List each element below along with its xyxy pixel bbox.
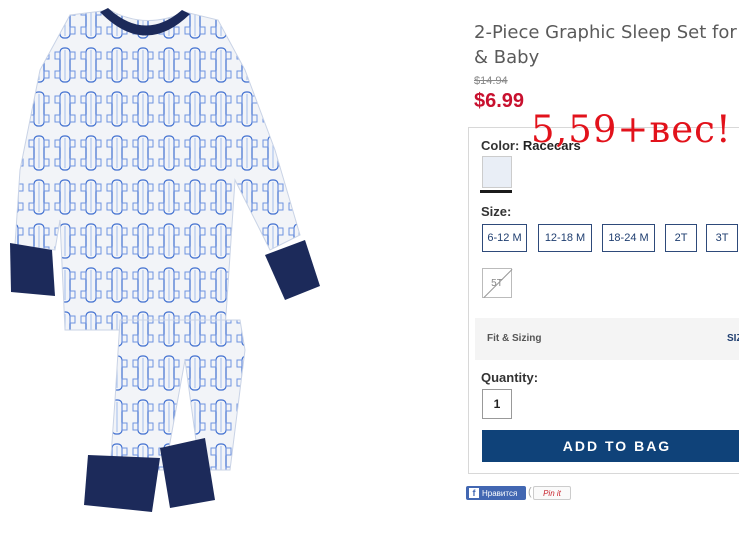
facebook-like-button[interactable]: f Нравится (466, 486, 526, 500)
color-label-text: Color: (481, 138, 520, 153)
sale-price: $6.99 (474, 90, 525, 112)
right-sleeve-cuff (265, 240, 320, 300)
unavailable-slash (483, 269, 513, 298)
add-to-bag-button[interactable]: ADD TO BAG (482, 430, 739, 462)
selected-swatch-indicator (480, 190, 512, 193)
pajama-shirt (14, 9, 301, 331)
pinterest-icon: Pin it (543, 488, 561, 498)
size-option-2t[interactable]: 2T (665, 224, 697, 252)
pinterest-button[interactable]: Pin it (533, 486, 571, 500)
size-option-5t-unavailable[interactable]: 5T (482, 268, 513, 298)
facebook-like-label: Нравится (482, 488, 518, 498)
fit-sizing-label: Fit & Sizing (487, 333, 542, 344)
size-option-6-12m[interactable]: 6-12 M (482, 224, 527, 252)
size-option-3t[interactable]: 3T (706, 224, 738, 252)
product-title-line2: & Baby (474, 47, 540, 68)
size-label: Size: (481, 204, 512, 219)
purchase-panel: Color: Racecars Size: 6-12 M 12-18 M 18-… (468, 127, 739, 474)
size-option-12-18m[interactable]: 12-18 M (538, 224, 592, 252)
size-chart-link[interactable]: SIZ (727, 333, 739, 344)
color-swatch-racecars[interactable] (482, 156, 512, 188)
quantity-label: Quantity: (481, 370, 539, 385)
pinterest-counter-bracket: ( (528, 486, 532, 498)
left-sleeve-cuff (10, 243, 55, 296)
original-price: $14.94 (474, 75, 508, 87)
facebook-icon: f (469, 488, 479, 498)
product-title-line1: 2-Piece Graphic Sleep Set for To (474, 22, 739, 43)
handwritten-price-note: 5,59+вес! (531, 108, 732, 151)
fit-sizing-row[interactable]: Fit & Sizing SIZ (475, 318, 739, 360)
product-title: 2-Piece Graphic Sleep Set for To & Baby (474, 20, 739, 70)
product-image[interactable] (0, 0, 340, 533)
quantity-input[interactable]: 1 (482, 389, 512, 419)
size-option-18-24m[interactable]: 18-24 M (602, 224, 655, 252)
left-pant-cuff (84, 455, 160, 512)
